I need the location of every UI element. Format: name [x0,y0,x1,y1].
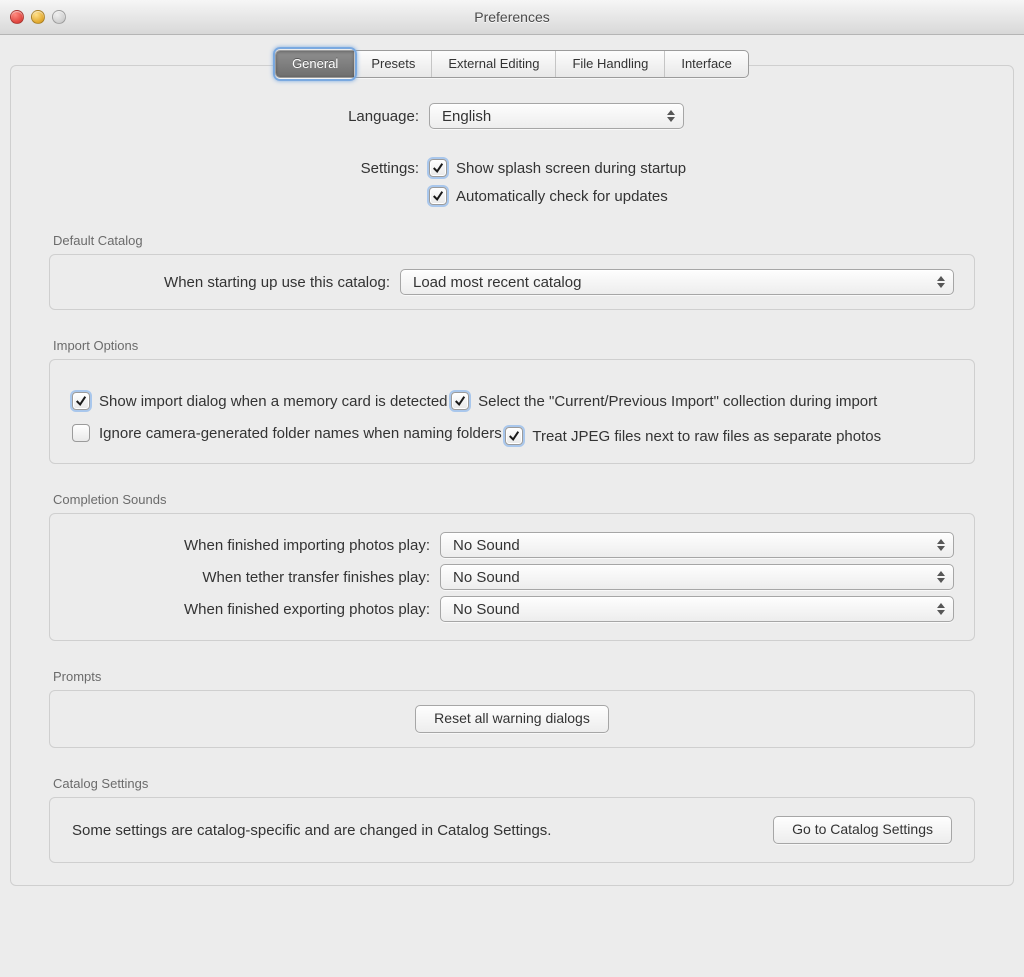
check-icon [432,190,444,202]
sound-tether-row: When tether transfer finishes play: No S… [70,564,954,590]
updown-icon [937,601,947,617]
checkbox-box [505,427,523,445]
minimize-window-button[interactable] [31,10,45,24]
settings-label: Settings: [49,160,429,177]
sound-importing-row: When finished importing photos play: No … [70,532,954,558]
updown-icon [937,274,947,290]
completion-sounds-title: Completion Sounds [53,492,975,507]
catalog-settings-title: Catalog Settings [53,776,975,791]
catalog-settings-group: Some settings are catalog-specific and a… [49,797,975,863]
tab-external-editing[interactable]: External Editing [431,51,555,77]
check-icon [508,430,520,442]
prompts-title: Prompts [53,669,975,684]
reset-warnings-button[interactable]: Reset all warning dialogs [415,705,609,733]
tab-general[interactable]: General [276,51,354,77]
settings-row-1: Settings: Show splash screen during star… [49,159,975,177]
checkbox-box [451,392,469,410]
default-catalog-popup[interactable]: Load most recent catalog [400,269,954,295]
sound-importing-value: No Sound [453,537,520,554]
sound-importing-label: When finished importing photos play: [70,537,440,554]
show-splash-checkbox[interactable]: Show splash screen during startup [429,159,686,177]
checkbox-box [72,392,90,410]
checkbox-box [72,424,90,442]
language-label: Language: [49,108,429,125]
default-catalog-title: Default Catalog [53,233,975,248]
tab-file-handling[interactable]: File Handling [555,51,664,77]
completion-sounds-group: When finished importing photos play: No … [49,513,975,641]
import-jpeg-separate-label: Treat JPEG files next to raw files as se… [532,428,881,445]
default-catalog-label: When starting up use this catalog: [70,274,400,291]
check-icon [432,162,444,174]
import-options-title: Import Options [53,338,975,353]
sound-exporting-value: No Sound [453,601,520,618]
import-ignore-camera-folders-label: Ignore camera-generated folder names whe… [99,425,502,442]
zoom-window-button[interactable] [52,10,66,24]
import-select-collection-label: Select the "Current/Previous Import" col… [478,393,877,410]
settings-row-2: Automatically check for updates [49,187,975,205]
updown-icon [667,108,677,124]
sound-exporting-popup[interactable]: No Sound [440,596,954,622]
tab-bar-wrap: General Presets External Editing File Ha… [10,50,1014,78]
check-updates-checkbox[interactable]: Automatically check for updates [429,187,668,205]
updown-icon [937,569,947,585]
check-icon [75,395,87,407]
go-to-catalog-settings-button[interactable]: Go to Catalog Settings [773,816,952,844]
import-select-collection-checkbox[interactable]: Select the "Current/Previous Import" col… [451,392,877,410]
sound-importing-popup[interactable]: No Sound [440,532,954,558]
prompts-group: Reset all warning dialogs [49,690,975,748]
content-area: General Presets External Editing File Ha… [0,35,1024,906]
language-popup-value: English [442,108,491,125]
checkbox-box [429,159,447,177]
language-popup[interactable]: English [429,103,684,129]
updown-icon [937,537,947,553]
sound-exporting-label: When finished exporting photos play: [70,601,440,618]
checkbox-box [429,187,447,205]
tab-interface[interactable]: Interface [664,51,748,77]
import-show-dialog-label: Show import dialog when a memory card is… [99,393,448,410]
sound-exporting-row: When finished exporting photos play: No … [70,596,954,622]
window-title: Preferences [474,9,549,25]
sound-tether-value: No Sound [453,569,520,586]
sound-tether-label: When tether transfer finishes play: [70,569,440,586]
import-ignore-camera-folders-checkbox[interactable]: Ignore camera-generated folder names whe… [72,424,502,442]
show-splash-label: Show splash screen during startup [456,160,686,177]
check-icon [454,395,466,407]
language-row: Language: English [49,103,975,129]
titlebar: Preferences [0,0,1024,35]
import-show-dialog-checkbox[interactable]: Show import dialog when a memory card is… [72,392,448,410]
import-jpeg-separate-checkbox[interactable]: Treat JPEG files next to raw files as se… [505,427,881,445]
import-options-group: Show import dialog when a memory card is… [49,359,975,464]
check-updates-label: Automatically check for updates [456,188,668,205]
close-window-button[interactable] [10,10,24,24]
window-controls [10,10,66,24]
tab-presets[interactable]: Presets [354,51,431,77]
sound-tether-popup[interactable]: No Sound [440,564,954,590]
default-catalog-row: When starting up use this catalog: Load … [70,269,954,295]
tab-bar: General Presets External Editing File Ha… [275,50,749,78]
default-catalog-group: When starting up use this catalog: Load … [49,254,975,310]
main-panel: Language: English Settings: Show splash … [10,65,1014,886]
catalog-settings-text: Some settings are catalog-specific and a… [72,822,551,839]
default-catalog-popup-value: Load most recent catalog [413,274,581,291]
